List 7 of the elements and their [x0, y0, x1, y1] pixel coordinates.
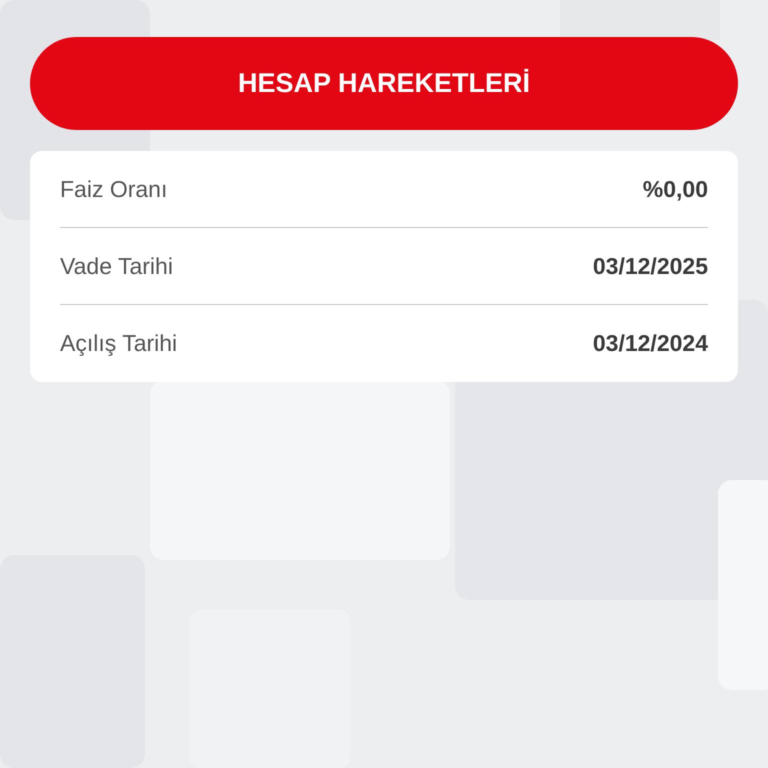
detail-value: %0,00: [642, 174, 708, 204]
detail-value: 03/12/2025: [592, 252, 708, 281]
account-transactions-button[interactable]: HESAP HAREKETLERİ: [30, 37, 738, 130]
detail-label: Vade Tarihi: [60, 252, 173, 281]
detail-value: 03/12/2024: [592, 329, 708, 358]
detail-label: Açılış Tarihi: [60, 329, 178, 358]
detail-label: Faiz Oranı: [60, 174, 168, 204]
